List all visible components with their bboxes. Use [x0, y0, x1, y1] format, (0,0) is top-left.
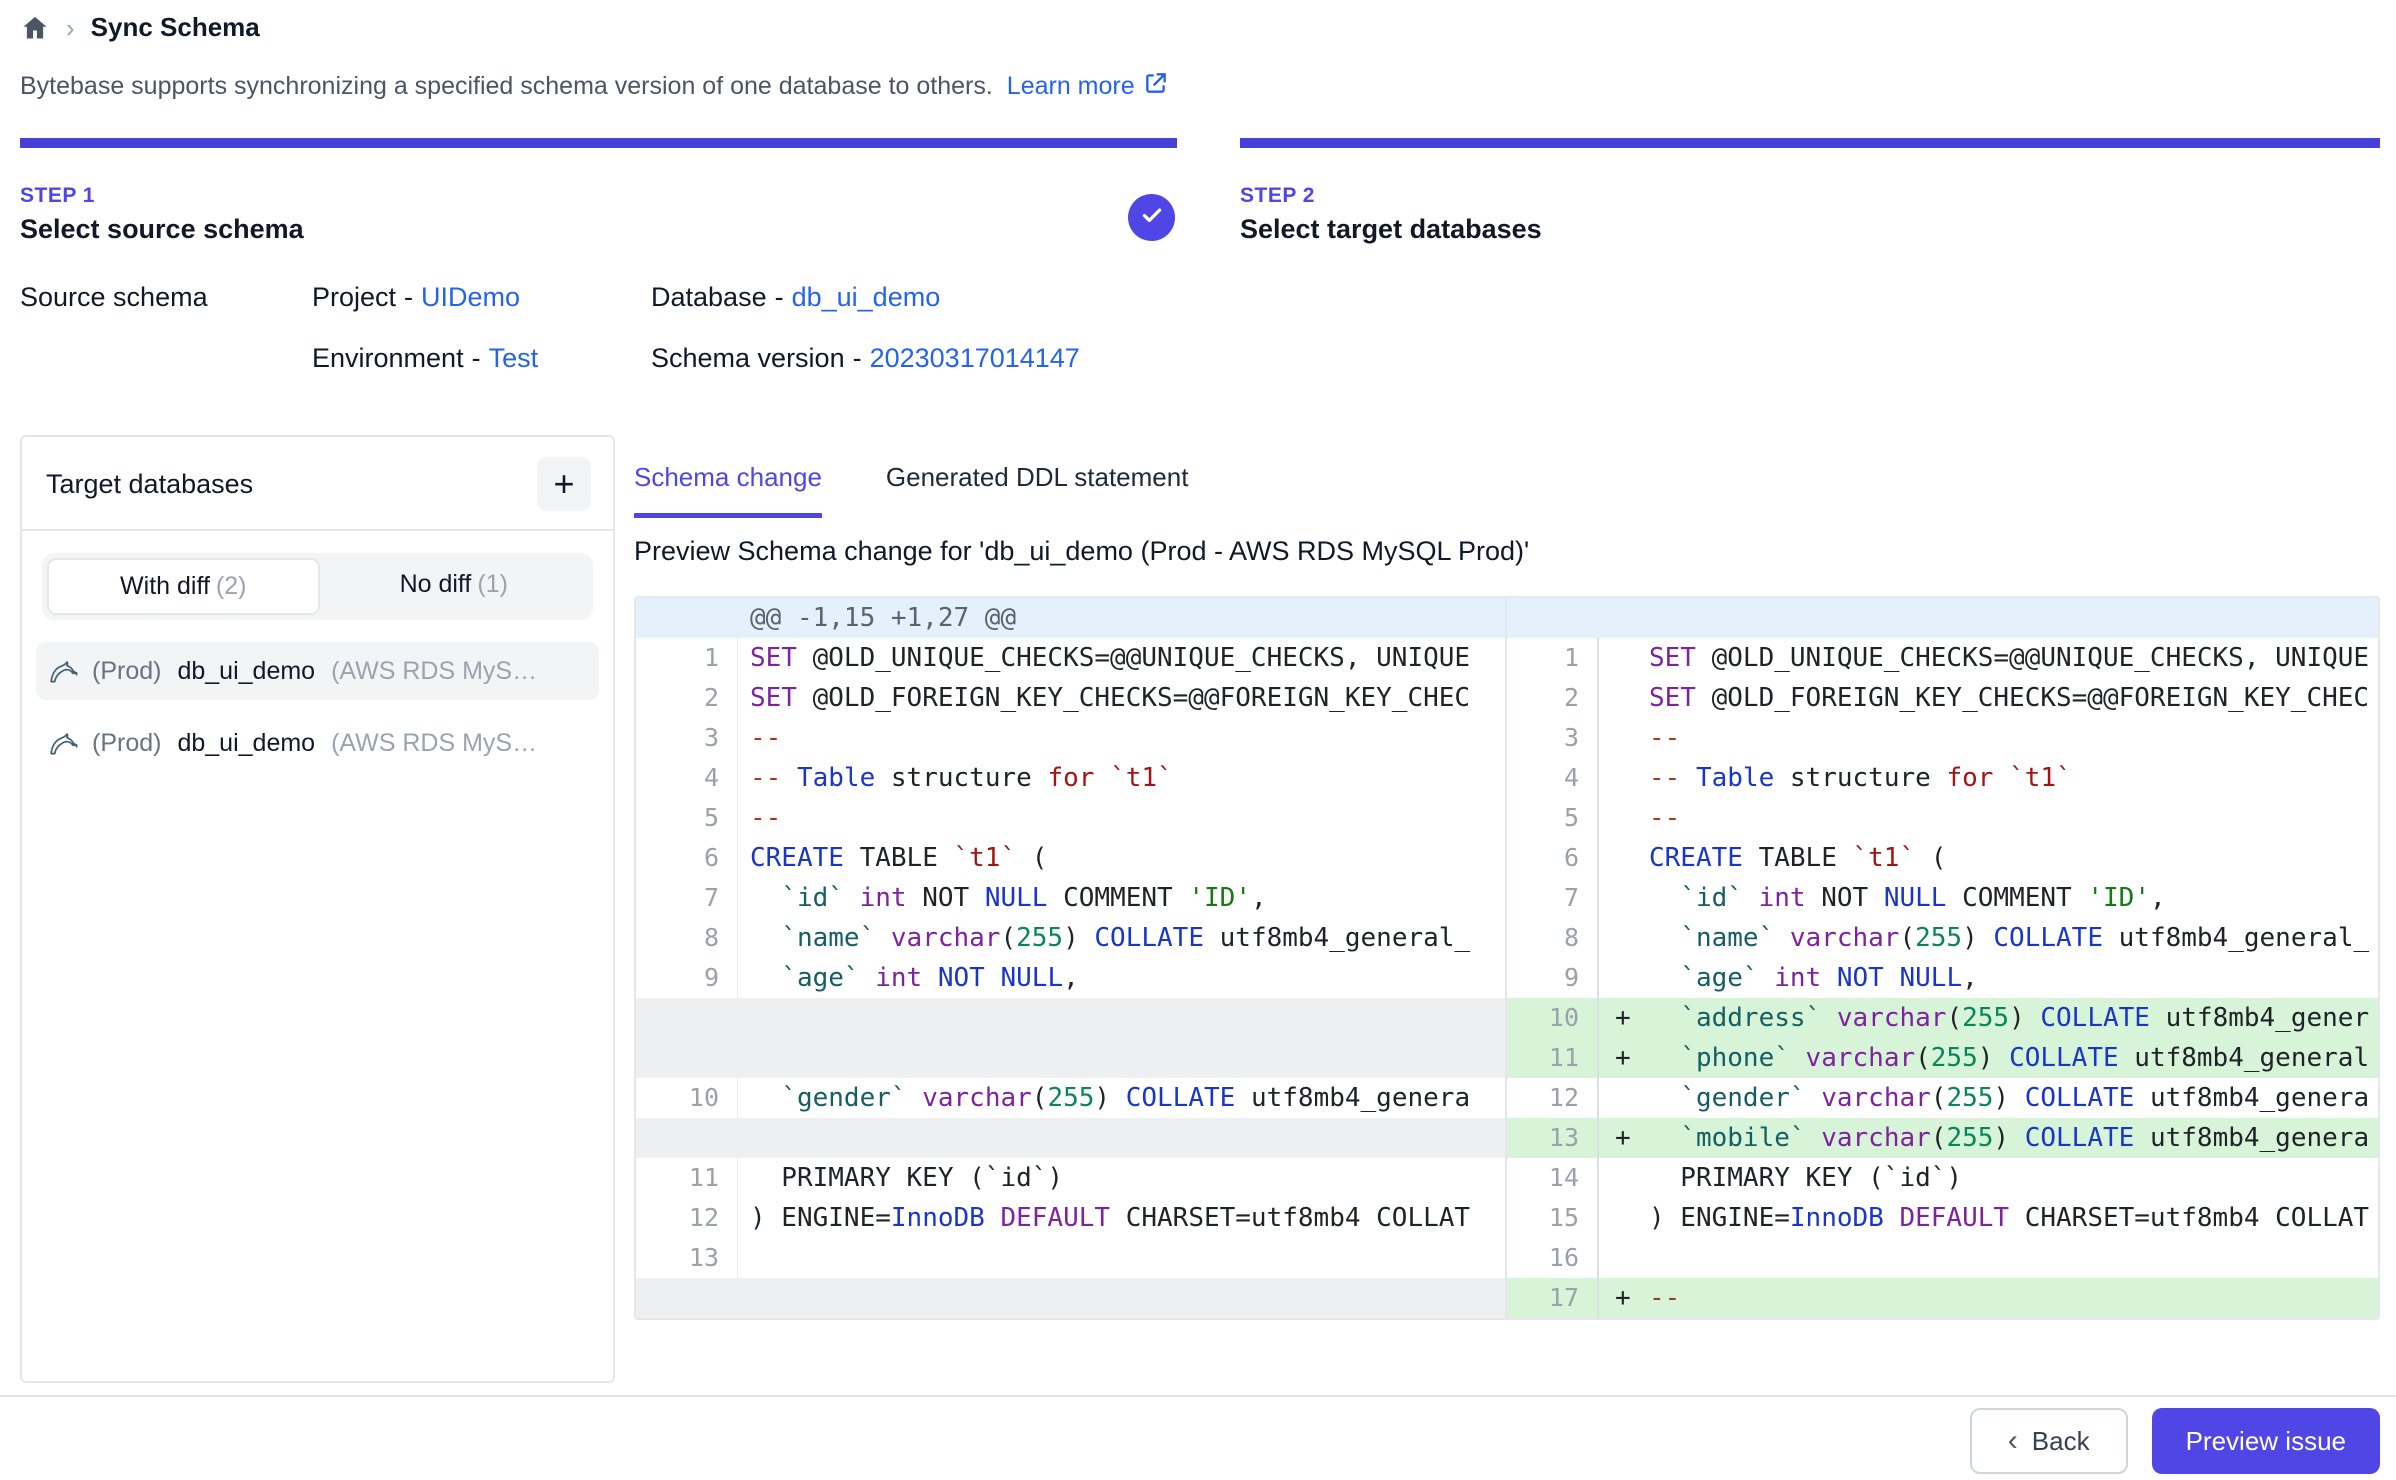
- diff-line: 3--: [1507, 718, 2378, 758]
- diff-filter-tabs: With diff(2) No diff(1): [42, 553, 593, 620]
- diff-line: 9 `age` int NOT NULL,: [1507, 958, 2378, 998]
- footer-actions: ‹ Back Preview issue: [1970, 1408, 2380, 1474]
- diff-line: 4-- Table structure for `t1`: [1507, 758, 2378, 798]
- mysql-icon: [48, 656, 82, 686]
- diff-line: 14 PRIMARY KEY (`id`): [1507, 1158, 2378, 1198]
- mysql-icon: [48, 728, 82, 758]
- plus-icon: +: [553, 466, 574, 502]
- preview-issue-button[interactable]: Preview issue: [2152, 1408, 2380, 1474]
- diff-line: 3--: [636, 718, 1505, 758]
- schema-diff-editor[interactable]: @@ -1,15 +1,27 @@1SET @OLD_UNIQUE_CHECKS…: [634, 596, 2380, 1320]
- diff-filler-line: [636, 1038, 1505, 1078]
- field-project: Project-UIDemo: [312, 282, 651, 313]
- diff-line: 11 PRIMARY KEY (`id`): [636, 1158, 1505, 1198]
- source-schema-summary: Source schema Project-UIDemo Database-db…: [20, 282, 1080, 374]
- target-databases-panel: Target databases + With diff(2) No diff(…: [20, 435, 615, 1383]
- diff-line: 8 `name` varchar(255) COLLATE utf8mb4_ge…: [1507, 918, 2378, 958]
- page-title: Sync Schema: [91, 12, 260, 43]
- db-name: db_ui_demo: [177, 729, 315, 758]
- step-2-title: Select target databases: [1240, 214, 2380, 245]
- breadcrumb: › Sync Schema: [20, 12, 260, 43]
- diff-line: 2SET @OLD_FOREIGN_KEY_CHECKS=@@FOREIGN_K…: [636, 678, 1505, 718]
- check-icon: [1139, 202, 1165, 233]
- preview-title: Preview Schema change for 'db_ui_demo (P…: [634, 536, 1529, 567]
- footer-divider: [0, 1395, 2396, 1397]
- diff-filler-line: [636, 1118, 1505, 1158]
- target-database-item-1[interactable]: (Prod) db_ui_demo (AWS RDS MyS…: [36, 642, 599, 700]
- diff-line: 7 `id` int NOT NULL COMMENT 'ID',: [636, 878, 1505, 918]
- external-link-icon: [1143, 70, 1169, 103]
- diff-line: 5--: [636, 798, 1505, 838]
- diff-line: 4-- Table structure for `t1`: [636, 758, 1505, 798]
- diff-line: 10+ `address` varchar(255) COLLATE utf8m…: [1507, 998, 2378, 1038]
- description-text: Bytebase supports synchronizing a specif…: [20, 72, 993, 101]
- diff-filler-line: [636, 1278, 1505, 1318]
- diff-hunk-header: [1507, 598, 2378, 638]
- tab-schema-change[interactable]: Schema change: [634, 462, 822, 518]
- diff-line: 1SET @OLD_UNIQUE_CHECKS=@@UNIQUE_CHECKS,…: [1507, 638, 2378, 678]
- db-instance-detail: (AWS RDS MyS…: [331, 657, 537, 686]
- field-schema-version: Schema version-20230317014147: [651, 343, 1080, 374]
- chevron-right-icon: ›: [66, 15, 75, 41]
- diff-line: 12) ENGINE=InnoDB DEFAULT CHARSET=utf8mb…: [636, 1198, 1505, 1238]
- diff-filler-line: [636, 998, 1505, 1038]
- step-1-progress-bar: [20, 138, 1177, 148]
- diff-line: 6CREATE TABLE `t1` (: [636, 838, 1505, 878]
- back-button[interactable]: ‹ Back: [1970, 1408, 2128, 1474]
- diff-line: 16: [1507, 1238, 2378, 1278]
- diff-line: 1SET @OLD_UNIQUE_CHECKS=@@UNIQUE_CHECKS,…: [636, 638, 1505, 678]
- environment-link[interactable]: Test: [489, 343, 539, 373]
- chevron-left-icon: ‹: [2008, 1426, 2018, 1456]
- schema-version-link[interactable]: 20230317014147: [870, 343, 1080, 373]
- diff-line: 7 `id` int NOT NULL COMMENT 'ID',: [1507, 878, 2378, 918]
- diff-line: 2SET @OLD_FOREIGN_KEY_CHECKS=@@FOREIGN_K…: [1507, 678, 2378, 718]
- diff-line: 6CREATE TABLE `t1` (: [1507, 838, 2378, 878]
- sync-schema-page: › Sync Schema Bytebase supports synchron…: [0, 0, 2396, 1480]
- db-environment: (Prod): [92, 657, 161, 686]
- target-databases-title: Target databases: [46, 469, 253, 500]
- no-diff-count: (1): [477, 570, 508, 598]
- field-environment: Environment-Test: [312, 343, 651, 374]
- diff-line: 10 `gender` varchar(255) COLLATE utf8mb4…: [636, 1078, 1505, 1118]
- database-link[interactable]: db_ui_demo: [792, 282, 941, 312]
- tab-no-diff[interactable]: No diff(1): [320, 558, 589, 615]
- home-icon[interactable]: [20, 13, 50, 43]
- target-database-item-2[interactable]: (Prod) db_ui_demo (AWS RDS MyS…: [36, 714, 599, 772]
- stepper: STEP 1 Select source schema STEP 2 Selec…: [20, 138, 2380, 245]
- diff-line: 8 `name` varchar(255) COLLATE utf8mb4_ge…: [636, 918, 1505, 958]
- db-instance-detail: (AWS RDS MyS…: [331, 729, 537, 758]
- field-database: Database-db_ui_demo: [651, 282, 1080, 313]
- target-database-list: (Prod) db_ui_demo (AWS RDS MyS… (Prod) d…: [36, 642, 599, 772]
- page-description: Bytebase supports synchronizing a specif…: [20, 70, 1169, 103]
- step-1-label: STEP 1: [20, 184, 1177, 208]
- add-target-database-button[interactable]: +: [537, 457, 591, 511]
- step-complete-badge: [1128, 194, 1175, 241]
- tab-with-diff[interactable]: With diff(2): [47, 558, 320, 615]
- diff-line: 9 `age` int NOT NULL,: [636, 958, 1505, 998]
- source-schema-label: Source schema: [20, 282, 312, 374]
- diff-pane-target: 1SET @OLD_UNIQUE_CHECKS=@@UNIQUE_CHECKS,…: [1507, 598, 2378, 1318]
- learn-more-link[interactable]: Learn more: [1007, 70, 1169, 103]
- with-diff-count: (2): [216, 572, 247, 600]
- diff-pane-source: @@ -1,15 +1,27 @@1SET @OLD_UNIQUE_CHECKS…: [636, 598, 1507, 1318]
- diff-hunk-header: @@ -1,15 +1,27 @@: [636, 598, 1505, 638]
- step-1-title: Select source schema: [20, 214, 1177, 245]
- diff-line: 5--: [1507, 798, 2378, 838]
- diff-line: 11+ `phone` varchar(255) COLLATE utf8mb4…: [1507, 1038, 2378, 1078]
- tab-generated-ddl[interactable]: Generated DDL statement: [886, 462, 1189, 518]
- step-2-label: STEP 2: [1240, 184, 2380, 208]
- diff-line: 13: [636, 1238, 1505, 1278]
- db-environment: (Prod): [92, 729, 161, 758]
- project-link[interactable]: UIDemo: [421, 282, 520, 312]
- diff-line: 17+--: [1507, 1278, 2378, 1318]
- db-name: db_ui_demo: [177, 657, 315, 686]
- diff-line: 13+ `mobile` varchar(255) COLLATE utf8mb…: [1507, 1118, 2378, 1158]
- step-2-progress-bar: [1240, 138, 2380, 148]
- diff-line: 15) ENGINE=InnoDB DEFAULT CHARSET=utf8mb…: [1507, 1198, 2378, 1238]
- step-2: STEP 2 Select target databases: [1240, 138, 2380, 245]
- step-1: STEP 1 Select source schema: [20, 138, 1177, 245]
- diff-line: 12 `gender` varchar(255) COLLATE utf8mb4…: [1507, 1078, 2378, 1118]
- preview-tabs: Schema change Generated DDL statement: [634, 462, 1188, 518]
